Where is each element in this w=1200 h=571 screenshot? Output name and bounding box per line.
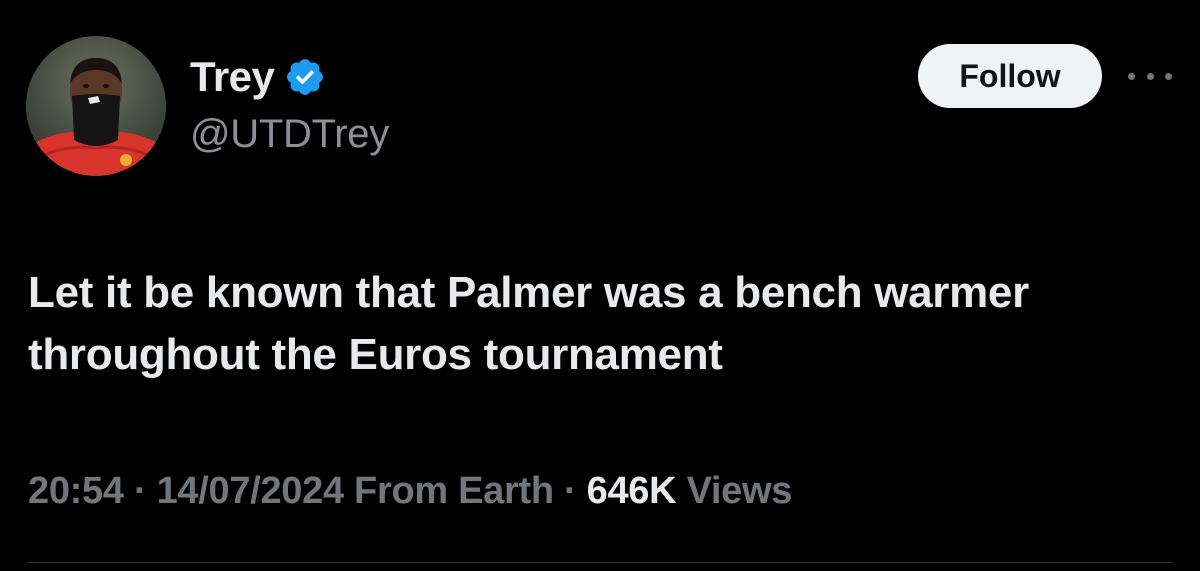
tweet-card: Trey @UTDTrey Follow Let it be known tha… <box>0 0 1200 571</box>
more-dot <box>1146 72 1154 80</box>
tweet-meta: 20:54 · 14/07/2024 From Earth · 646K Vie… <box>28 470 792 513</box>
avatar[interactable] <box>26 36 166 176</box>
views-label: Views <box>686 470 793 512</box>
more-dot <box>1165 72 1172 80</box>
follow-button[interactable]: Follow <box>918 44 1102 108</box>
views-count[interactable]: 646K <box>587 470 677 512</box>
tweet-date[interactable]: 14/07/2024 <box>157 470 344 512</box>
meta-separator: · <box>564 470 577 512</box>
author-handle[interactable]: @UTDTrey <box>190 112 389 157</box>
tweet-text: Let it be known that Palmer was a bench … <box>28 268 1029 379</box>
display-name[interactable]: Trey <box>190 53 275 101</box>
author-name-row[interactable]: Trey <box>190 52 326 102</box>
divider <box>28 562 1172 563</box>
tweet-location: From Earth <box>354 470 554 512</box>
more-dot <box>1128 72 1135 80</box>
more-horizontal-icon[interactable] <box>1128 62 1172 90</box>
tweet-time[interactable]: 20:54 <box>28 470 124 512</box>
avatar-image <box>26 36 166 176</box>
verified-badge-icon <box>284 56 326 98</box>
meta-separator: · <box>133 470 147 512</box>
